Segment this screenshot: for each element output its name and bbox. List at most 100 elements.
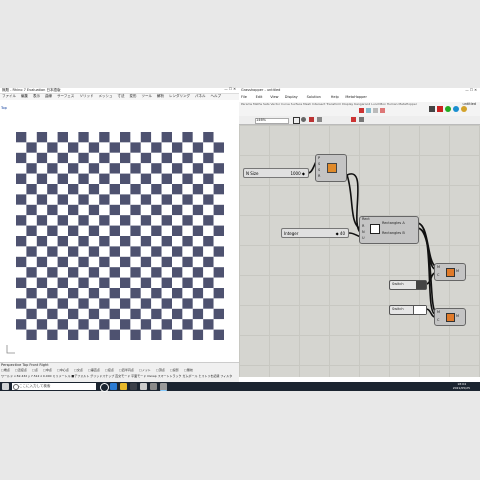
checker-cell bbox=[151, 194, 162, 205]
checker-cell bbox=[192, 132, 204, 143]
window-controls[interactable]: — ☐ ✕ bbox=[224, 87, 236, 92]
osnap-checkbox[interactable]: □近接点 bbox=[15, 369, 27, 372]
integer-slider[interactable]: Integer ◆ 40 bbox=[281, 228, 349, 238]
checker-cell bbox=[16, 194, 27, 205]
view-icon[interactable] bbox=[301, 117, 306, 122]
rectangles-component[interactable]: Rect R N U Rectangles A Rectangles B bbox=[359, 216, 419, 244]
osnap-checkbox[interactable]: □点 bbox=[32, 369, 38, 372]
menu-item[interactable]: MetaHopper bbox=[345, 95, 367, 100]
menu-item[interactable]: Display bbox=[285, 95, 298, 100]
osnap-checkbox[interactable]: □中点 bbox=[43, 369, 52, 372]
taskbar-search[interactable]: ここに入力して検索 bbox=[12, 383, 96, 390]
edge-icon[interactable] bbox=[110, 383, 117, 390]
custom-preview-component[interactable]: M C M bbox=[434, 308, 466, 326]
store-icon[interactable] bbox=[130, 383, 137, 390]
checker-cell bbox=[88, 319, 100, 330]
checker-cell bbox=[140, 298, 152, 309]
grasshopper-app-icon[interactable] bbox=[160, 383, 167, 391]
slider-label: Integer bbox=[284, 231, 299, 236]
save-icon[interactable] bbox=[429, 106, 435, 112]
number-slider[interactable]: N Size 1000 ◆ bbox=[243, 168, 309, 178]
menu-item[interactable]: 編集 bbox=[21, 94, 28, 99]
osnap-checkbox[interactable]: □四半円点 bbox=[119, 369, 134, 372]
boolean-toggle[interactable]: Switch bbox=[389, 305, 427, 315]
checker-cell bbox=[172, 142, 183, 153]
menu-item[interactable]: Solution bbox=[307, 95, 321, 100]
windows-start-icon[interactable] bbox=[2, 383, 9, 390]
explorer-icon[interactable] bbox=[120, 383, 127, 390]
shaded-icon[interactable] bbox=[317, 117, 322, 122]
menu-item[interactable]: Edit bbox=[256, 95, 263, 100]
osnap-checkbox[interactable]: □ノット bbox=[139, 369, 151, 372]
param-icon[interactable] bbox=[380, 108, 385, 113]
checker-cell bbox=[47, 329, 58, 340]
checker-cell bbox=[57, 298, 68, 309]
param-icon[interactable] bbox=[366, 108, 371, 113]
osnap-checkbox[interactable]: □端点 bbox=[1, 369, 10, 372]
pattern-component[interactable]: P S S R bbox=[315, 154, 347, 182]
checker-cell bbox=[140, 246, 152, 257]
rhino-app-icon[interactable] bbox=[150, 383, 157, 390]
menu-item[interactable]: ソリッド bbox=[80, 94, 94, 99]
checker-cell bbox=[57, 236, 68, 247]
menu-item[interactable]: 変形 bbox=[130, 94, 137, 99]
search-icon bbox=[13, 384, 19, 390]
osnap-checkbox[interactable]: □交点 bbox=[74, 369, 83, 372]
checker-cell bbox=[99, 184, 110, 195]
menu-item[interactable]: ツール bbox=[142, 94, 153, 99]
checker-cell bbox=[172, 298, 183, 309]
param-icon[interactable] bbox=[359, 108, 364, 113]
zoom-fit-icon[interactable] bbox=[293, 117, 300, 124]
menu-item[interactable]: ファイル bbox=[2, 94, 16, 99]
mail-icon[interactable] bbox=[140, 383, 147, 390]
param-icon[interactable] bbox=[373, 108, 378, 113]
preview-mode-icon[interactable] bbox=[359, 117, 364, 122]
menu-item[interactable]: 曲線 bbox=[45, 94, 52, 99]
viewport-label[interactable]: Top bbox=[1, 106, 7, 111]
osnap-checkbox[interactable]: □接点 bbox=[105, 369, 114, 372]
gh-window-controls[interactable]: — ☐ ✕ bbox=[465, 88, 477, 93]
gh-canvas[interactable]: N Size 1000 ◆ P S S R Integer ◆ 40 Rect … bbox=[239, 125, 480, 377]
menu-item[interactable]: Help bbox=[331, 95, 339, 100]
osnap-checkbox[interactable]: □垂直点 bbox=[88, 369, 100, 372]
menu-item[interactable]: 表示 bbox=[33, 94, 40, 99]
checker-cell bbox=[213, 225, 224, 236]
preview-icon[interactable] bbox=[445, 106, 451, 112]
sketch-icon[interactable] bbox=[309, 117, 314, 122]
menu-item[interactable]: サーフェス bbox=[57, 94, 74, 99]
globe-icon[interactable] bbox=[453, 106, 459, 112]
checker-cell bbox=[16, 236, 27, 247]
zoom-field[interactable]: 146% bbox=[255, 118, 289, 124]
checker-cell bbox=[57, 184, 68, 195]
checker-cell bbox=[68, 173, 79, 184]
osnap-checkbox[interactable]: □無効 bbox=[184, 369, 193, 372]
menu-item[interactable]: 解析 bbox=[157, 94, 164, 99]
osnap-checkbox[interactable]: □中心点 bbox=[57, 369, 69, 372]
menu-item[interactable]: レンダリング bbox=[169, 94, 190, 99]
osnap-checkbox[interactable]: □頂点 bbox=[156, 369, 165, 372]
record-icon[interactable] bbox=[351, 117, 356, 122]
checker-cell bbox=[36, 142, 48, 153]
menu-item[interactable]: View bbox=[270, 95, 278, 100]
gh-icon-strip[interactable] bbox=[359, 108, 419, 114]
custom-preview-component[interactable]: M C M bbox=[434, 263, 466, 281]
checker-cell bbox=[151, 173, 162, 184]
gh-right-icons[interactable] bbox=[429, 106, 479, 114]
param-icon[interactable] bbox=[437, 106, 443, 112]
task-view-icon[interactable] bbox=[100, 383, 109, 392]
menu-item[interactable]: パネル bbox=[195, 94, 206, 99]
checker-cell bbox=[130, 246, 141, 257]
clock-date[interactable]: 2021/05/25 bbox=[453, 386, 470, 390]
menu-item[interactable]: ヘルプ bbox=[211, 94, 222, 99]
boolean-toggle[interactable]: Switch bbox=[389, 280, 427, 290]
checker-cell bbox=[161, 277, 172, 288]
menu-item[interactable]: メッシュ bbox=[99, 94, 113, 99]
checker-cell bbox=[47, 142, 58, 153]
checker-cell bbox=[36, 298, 48, 309]
viewport-tabs[interactable]: Perspective Top Front Right bbox=[1, 363, 49, 368]
menu-item[interactable]: 寸法 bbox=[118, 94, 125, 99]
cluster-icon[interactable] bbox=[461, 106, 467, 112]
menu-item[interactable]: File bbox=[241, 95, 247, 100]
checker-cell bbox=[47, 246, 58, 257]
osnap-checkbox[interactable]: □投影 bbox=[170, 369, 179, 372]
